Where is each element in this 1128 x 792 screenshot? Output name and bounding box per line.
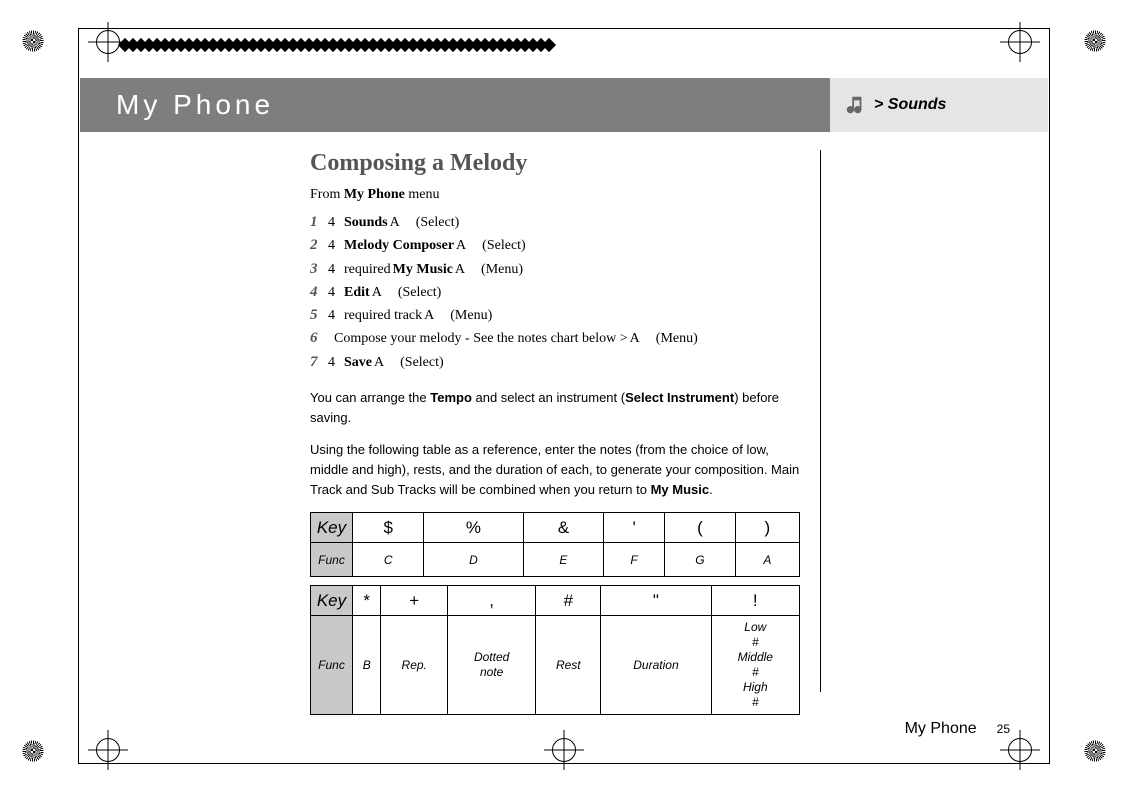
crop-mark-icon <box>1000 22 1040 62</box>
crop-mark-icon <box>88 730 128 770</box>
crop-mark-icon <box>544 730 584 770</box>
registration-mark-icon <box>1080 736 1110 766</box>
registration-mark-icon <box>1080 26 1110 56</box>
registration-mark-icon <box>18 736 48 766</box>
crop-mark-icon <box>88 22 128 62</box>
crop-mark-icon <box>1000 730 1040 770</box>
registration-mark-icon <box>18 26 48 56</box>
page-crop-box <box>78 28 1050 764</box>
